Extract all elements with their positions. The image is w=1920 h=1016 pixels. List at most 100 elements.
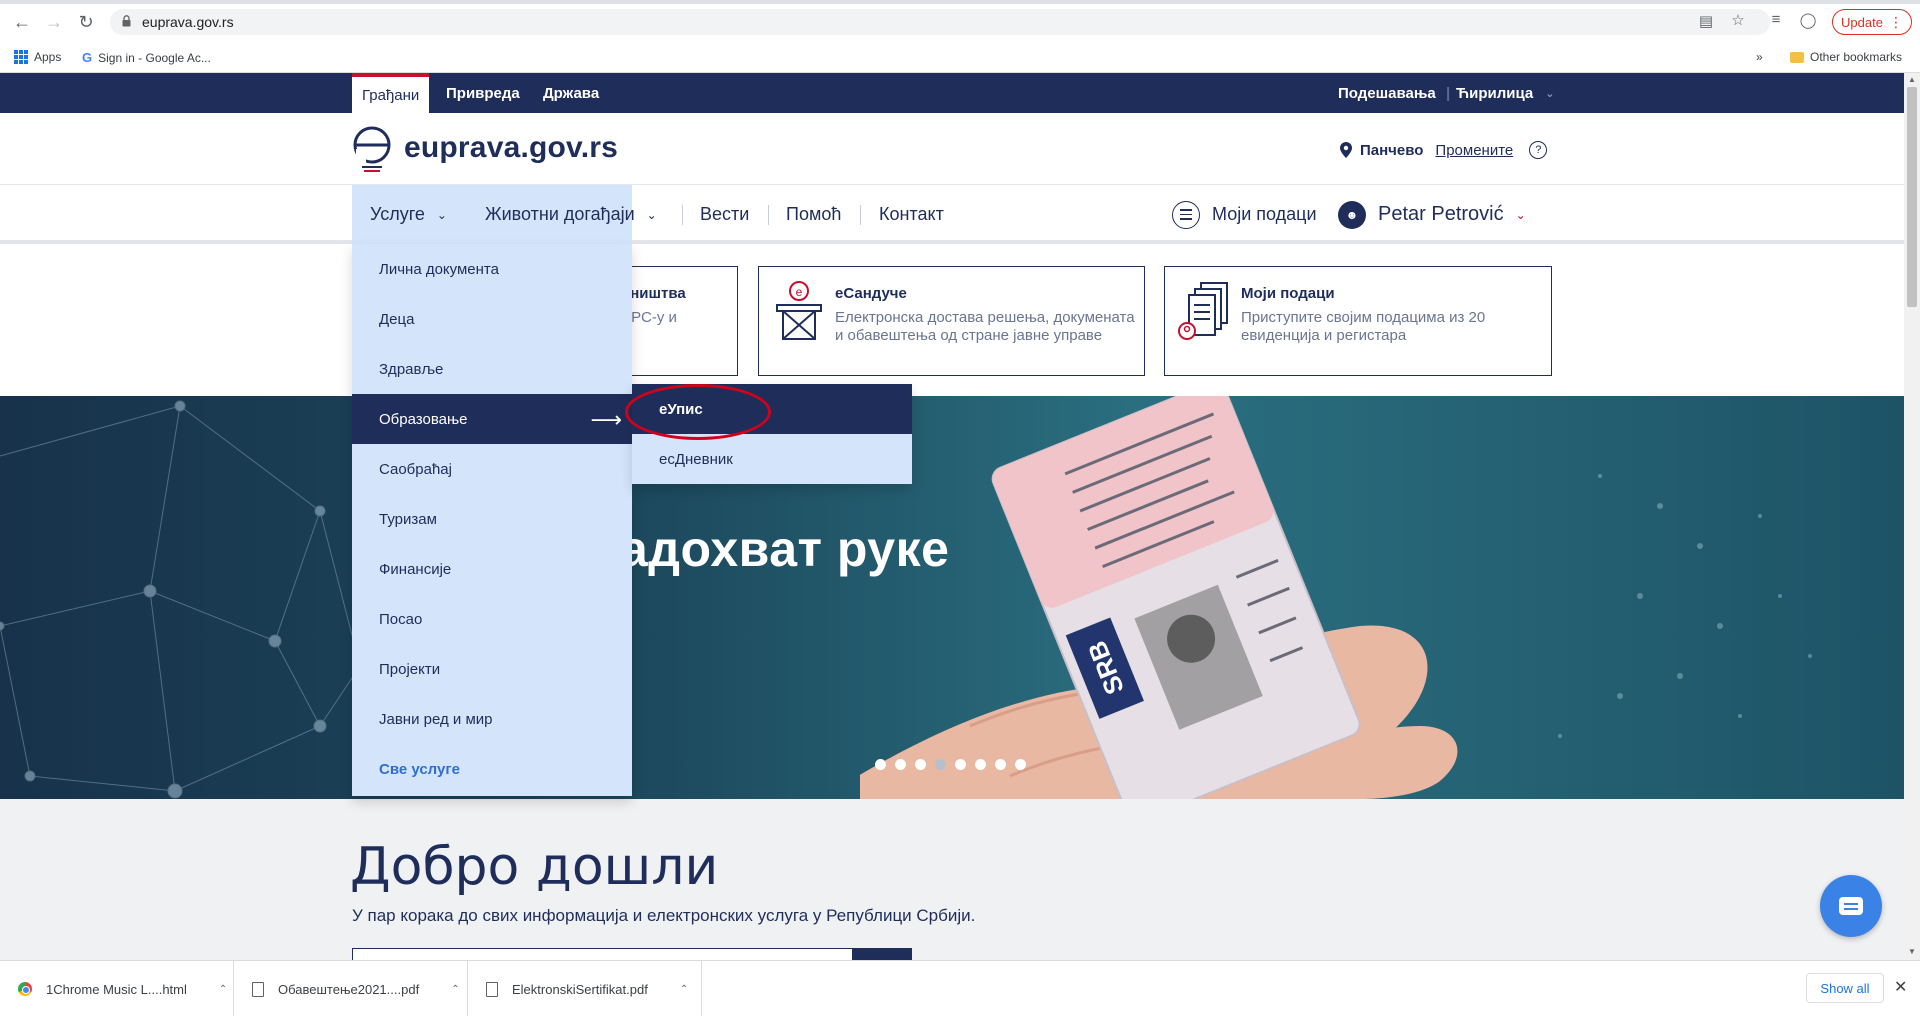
carousel-dot[interactable]	[1015, 759, 1026, 770]
bookmarks-overflow-icon[interactable]: »	[1756, 50, 1763, 64]
services-dropdown: Лична документа Деца Здравље Образовање …	[352, 244, 632, 796]
back-icon[interactable]: ←	[10, 10, 34, 34]
card-description: ДРС-у и	[621, 309, 677, 326]
separator: |	[1446, 84, 1451, 102]
bookmark-google-signin[interactable]: G Sign in - Google Ac...	[82, 50, 211, 65]
scroll-down-icon[interactable]: ▼	[1908, 947, 1916, 956]
location-name: Панчево	[1360, 141, 1424, 159]
carousel-dot[interactable]	[915, 759, 926, 770]
nav-life-events[interactable]: Животни догађаји ⌄	[485, 185, 657, 244]
search-input[interactable]	[352, 948, 912, 960]
pdf-file-icon	[252, 981, 264, 997]
chevron-up-icon[interactable]: ⌃	[219, 984, 227, 995]
carousel-dot[interactable]	[895, 759, 906, 770]
user-menu[interactable]: ☻ Petar Petrović ⌄	[1338, 185, 1526, 244]
my-data-link[interactable]: Моји подаци	[1172, 185, 1317, 244]
download-shelf: 1Chrome Music L....html ⌃ Обавештење2021…	[0, 960, 1920, 1016]
close-icon[interactable]: ✕	[1894, 977, 1907, 997]
reload-icon[interactable]: ↻	[74, 10, 98, 34]
download-item[interactable]: Обавештење2021....pdf ⌃	[234, 961, 468, 1016]
menu-item-projects[interactable]: Пројекти	[352, 644, 632, 694]
browser-toolbar: ← → ↻ euprava.gov.rs ▤ ☆ ≡ ◯ Update ⋮ Ap…	[0, 0, 1920, 73]
hero-carousel[interactable]: SRB адохват руке	[0, 396, 1904, 799]
driving-licence-photo: SRB	[860, 396, 1812, 799]
scroll-up-icon[interactable]: ▲	[1908, 75, 1916, 84]
carousel-dot[interactable]	[935, 759, 946, 770]
chat-button[interactable]	[1820, 875, 1882, 937]
nav-news[interactable]: Вести	[700, 185, 749, 244]
menu-item-tourism[interactable]: Туризам	[352, 494, 632, 544]
welcome-subtitle: У пар корака до свих информација и елект…	[352, 906, 976, 925]
menu-item-personal-documents[interactable]: Лична документа	[352, 244, 632, 294]
site-audience-bar: Грађани Привреда Држава Подешавања | Ћир…	[0, 73, 1904, 113]
carousel-dot[interactable]	[975, 759, 986, 770]
welcome-section: Добро дошли У пар корака до свих информа…	[0, 799, 1904, 960]
profile-icon[interactable]: ◯	[1798, 11, 1818, 31]
bookmark-apps[interactable]: Apps	[14, 50, 61, 64]
card-my-data[interactable]: Моји подаци Приступите својим подацима и…	[1164, 266, 1552, 376]
scroll-thumb[interactable]	[1907, 87, 1917, 307]
tab-state[interactable]: Држава	[543, 73, 599, 113]
url-text[interactable]: euprava.gov.rs	[142, 14, 234, 30]
menu-item-jobs[interactable]: Посао	[352, 594, 632, 644]
menu-item-education[interactable]: Образовање ⟶	[352, 394, 632, 444]
nav-help[interactable]: Помоћ	[786, 185, 841, 244]
chevron-up-icon[interactable]: ⌃	[451, 984, 459, 995]
euprava-logo-icon[interactable]	[352, 125, 394, 175]
nav-divider	[682, 205, 683, 225]
card-title: Моји подаци	[1241, 285, 1335, 302]
menu-item-finance[interactable]: Финансије	[352, 544, 632, 594]
translate-icon[interactable]: ▤	[1696, 12, 1716, 32]
card-description: Електронска достава решења, докумената и…	[835, 309, 1135, 344]
update-button[interactable]: Update ⋮	[1832, 9, 1912, 35]
page-scrollbar[interactable]: ▲ ▼	[1904, 73, 1920, 960]
arrow-right-icon: ⟶	[590, 407, 622, 432]
chat-icon	[1839, 897, 1863, 915]
card-description: Приступите својим подацима из 20 евиденц…	[1241, 309, 1486, 344]
card-title: еСандуче	[835, 285, 907, 302]
tab-business[interactable]: Привреда	[446, 73, 520, 113]
download-item[interactable]: ElektronskiSertifikat.pdf ⌃	[468, 961, 702, 1016]
chevron-up-icon[interactable]: ⌃	[680, 984, 688, 995]
menu-item-public-order[interactable]: Јавни ред и мир	[352, 694, 632, 744]
pdf-file-icon	[486, 981, 498, 997]
all-services-link[interactable]: Све услуге	[352, 744, 632, 794]
change-location-link[interactable]: Промените	[1435, 142, 1513, 159]
location-pin-icon	[1340, 142, 1352, 158]
show-all-downloads-button[interactable]: Show all	[1806, 973, 1884, 1003]
script-switcher[interactable]: Ћирилица ⌄	[1456, 73, 1554, 113]
star-icon[interactable]: ☆	[1728, 11, 1748, 31]
card-esanduce[interactable]: e еСандуче Електронска достава решења, д…	[758, 266, 1145, 376]
tab-citizens[interactable]: Грађани	[352, 73, 430, 113]
chevron-down-icon: ⌄	[1545, 87, 1555, 100]
address-bar[interactable]: euprava.gov.rs	[110, 9, 1770, 35]
forward-icon[interactable]: →	[42, 10, 66, 34]
menu-item-health[interactable]: Здравље	[352, 344, 632, 394]
welcome-title: Добро дошли	[350, 837, 719, 897]
svg-text:e: e	[796, 285, 803, 299]
google-icon: G	[82, 50, 93, 65]
carousel-dot[interactable]	[875, 759, 886, 770]
hero-headline: адохват руке	[620, 521, 950, 577]
bookmark-other[interactable]: Other bookmarks	[1790, 50, 1902, 64]
search-button[interactable]	[852, 948, 912, 960]
download-item[interactable]: 1Chrome Music L....html ⌃	[0, 961, 234, 1016]
help-icon[interactable]: ?	[1529, 141, 1548, 159]
submenu-item-esdnevnik[interactable]: есДневник	[632, 434, 912, 484]
location-widget: Панчево Промените ?	[1340, 141, 1548, 159]
chevron-down-icon: ⌄	[646, 207, 657, 222]
menu-item-children[interactable]: Деца	[352, 294, 632, 344]
tab-strip	[0, 0, 1920, 4]
reading-list-icon[interactable]: ≡	[1766, 11, 1786, 31]
carousel-dot[interactable]	[995, 759, 1006, 770]
folder-icon	[1790, 51, 1804, 63]
settings-link[interactable]: Подешавања	[1338, 73, 1436, 113]
nav-contact[interactable]: Контакт	[879, 185, 944, 244]
menu-item-traffic[interactable]: Саобраћај	[352, 444, 632, 494]
user-avatar-icon: ☻	[1338, 200, 1366, 229]
more-icon: ⋮	[1888, 13, 1903, 30]
site-logo-text[interactable]: euprava.gov.rs	[404, 131, 618, 165]
carousel-dot[interactable]	[955, 759, 966, 770]
highlight-circle-annotation	[625, 384, 771, 440]
nav-divider	[768, 205, 769, 225]
